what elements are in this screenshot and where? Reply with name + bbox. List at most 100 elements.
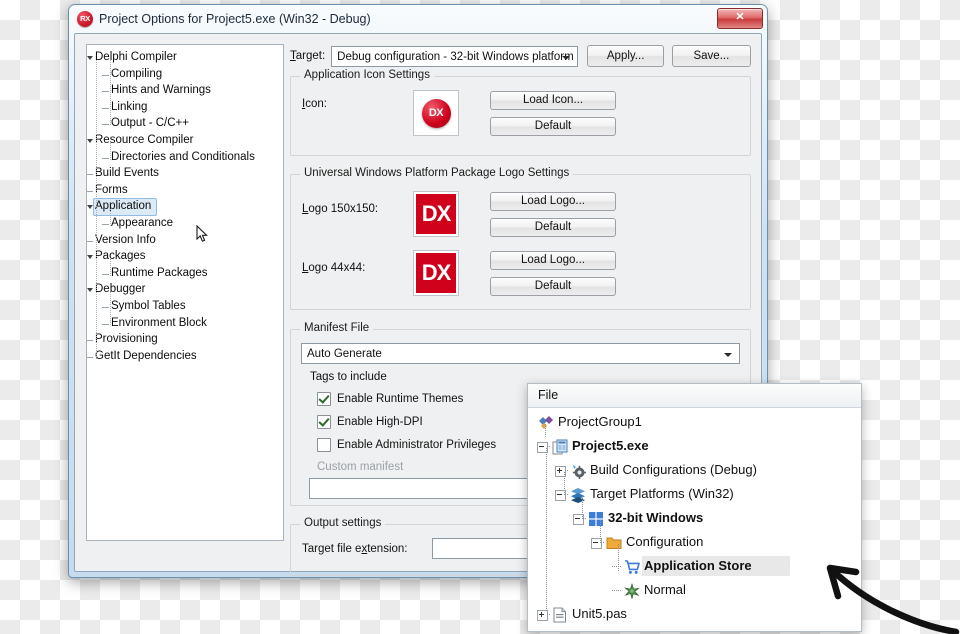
sidebar-item-label: Directories and Conditionals	[111, 150, 255, 163]
project-exe-icon	[552, 439, 568, 455]
project-tree-node-label: Build Configurations (Debug)	[590, 462, 757, 477]
project-tree-node[interactable]: ProjectGroup1	[528, 411, 861, 435]
sidebar-item-appearance[interactable]: Appearance	[87, 216, 283, 233]
sidebar-item-compiling[interactable]: Compiling	[87, 67, 283, 84]
sidebar-item-label: Symbol Tables	[111, 299, 186, 312]
checkbox-enable-administrator-privileges[interactable]: Enable Administrator Privileges	[317, 435, 496, 454]
project-tree-node[interactable]: Normal	[528, 579, 861, 603]
project-tree-node-label: Configuration	[626, 534, 704, 549]
sidebar-item-directories-and-conditionals[interactable]: Directories and Conditionals	[87, 150, 283, 167]
sidebar-item-delphi-compiler[interactable]: Delphi Compiler	[87, 50, 283, 67]
project-tree[interactable]: ProjectGroup1 Project5.exe Build Configura…	[528, 408, 861, 627]
tree-guide-line	[545, 424, 546, 438]
sidebar-item-resource-compiler[interactable]: Resource Compiler	[87, 133, 283, 150]
checkbox-icon[interactable]	[317, 414, 331, 429]
tree-connector	[612, 590, 621, 591]
tree-connector	[547, 446, 551, 447]
sidebar-item-build-events[interactable]: Build Events	[87, 166, 283, 183]
target-select[interactable]: Debug configuration - 32-bit Windows pla…	[331, 45, 579, 67]
application-icon-settings-group: Application Icon Settings Icon: DX Load …	[290, 69, 751, 156]
dialog-title: Project Options for Project5.exe (Win32 …	[99, 12, 371, 26]
manifest-mode-value: Auto Generate	[307, 348, 382, 360]
manifest-mode-select[interactable]: Auto Generate	[301, 343, 740, 364]
project-tree-node[interactable]: Build Configurations (Debug)	[528, 459, 861, 483]
options-tree[interactable]: Delphi Compiler Compiling Hints and Warnin…	[86, 44, 284, 541]
chevron-down-icon[interactable]	[87, 255, 93, 260]
project-tree-node-label: ProjectGroup1	[558, 414, 642, 429]
project-tree-node[interactable]: Target Platforms (Win32)	[528, 483, 861, 507]
sidebar-item-provisioning[interactable]: Provisioning	[87, 332, 283, 349]
tree-connector	[612, 566, 621, 567]
sidebar-item-label: Provisioning	[95, 333, 158, 346]
gear-icon	[572, 465, 586, 479]
sidebar-item-label: Debugger	[95, 283, 146, 296]
tree-branch-line	[102, 74, 109, 76]
close-icon[interactable]: ✕	[717, 8, 763, 29]
icon-default-button[interactable]: Default	[490, 117, 616, 136]
tree-connector	[565, 470, 569, 471]
application-icon-preview: DX	[413, 90, 459, 136]
sidebar-item-label: Application	[95, 200, 152, 213]
project-tree-node[interactable]: 32-bit Windows	[528, 507, 861, 531]
project-tree-node-label: Unit5.pas	[572, 606, 627, 621]
dialog-titlebar[interactable]: RX Project Options for Project5.exe (Win…	[69, 5, 767, 33]
sidebar-item-application[interactable]: Application	[87, 198, 283, 217]
project-tree-node-label: Normal	[644, 582, 686, 597]
checkbox-enable-high-dpi[interactable]: Enable High-DPI	[317, 412, 496, 431]
project-tree-node-label: Target Platforms (Win32)	[590, 486, 734, 501]
dx-circle-icon: DX	[421, 98, 451, 128]
layers-icon	[571, 488, 585, 503]
cart-icon	[625, 560, 640, 574]
sidebar-item-runtime-packages[interactable]: Runtime Packages	[87, 266, 283, 283]
apply-button[interactable]: Apply...	[587, 45, 664, 67]
target-label: Target:	[290, 50, 326, 62]
sidebar-item-version-info[interactable]: Version Info	[87, 233, 283, 250]
logo-44-default-button[interactable]: Default	[490, 277, 616, 296]
manifest-file-caption: Manifest File	[300, 322, 374, 334]
project-tree-node[interactable]: Configuration	[528, 531, 861, 555]
tree-branch-line	[87, 340, 93, 342]
mouse-cursor-icon	[196, 225, 208, 242]
chevron-down-icon[interactable]	[87, 56, 93, 60]
logo-150-default-button[interactable]: Default	[490, 218, 616, 237]
sidebar-item-label: Build Events	[95, 167, 159, 180]
tree-guide-line	[110, 292, 111, 326]
sidebar-item-label: Output - C/C++	[111, 117, 189, 130]
checkbox-enable-runtime-themes[interactable]: Enable Runtime Themes	[317, 389, 496, 408]
project-tree-node[interactable]: Unit5.pas	[528, 603, 861, 627]
application-icon-settings-caption: Application Icon Settings	[300, 69, 434, 81]
sidebar-item-debugger[interactable]: Debugger	[87, 282, 283, 299]
project-tree-node[interactable]: Project5.exe	[528, 435, 861, 459]
sidebar-item-linking[interactable]: Linking	[87, 100, 283, 117]
load-icon-button[interactable]: Load Icon...	[490, 91, 616, 110]
checkbox-icon[interactable]	[317, 391, 331, 406]
tree-branch-line	[102, 306, 109, 308]
checkbox-icon[interactable]	[317, 437, 331, 452]
project-tree-node[interactable]: Application Store	[528, 555, 861, 579]
uwp-logo-settings-group: Universal Windows Platform Package Logo …	[290, 167, 751, 310]
sidebar-item-packages[interactable]: Packages	[87, 249, 283, 266]
load-logo-150-button[interactable]: Load Logo...	[490, 192, 616, 211]
checkbox-label: Enable Administrator Privileges	[337, 438, 497, 451]
tree-guide-line	[110, 60, 111, 127]
tree-guide-line	[618, 544, 619, 572]
sidebar-item-output-c-c[interactable]: Output - C/C++	[87, 116, 283, 133]
project-manager-header[interactable]: File	[528, 384, 861, 408]
load-logo-44-button[interactable]: Load Logo...	[490, 251, 616, 270]
project-group-icon	[539, 416, 553, 429]
sidebar-item-getit-dependencies[interactable]: GetIt Dependencies	[87, 349, 283, 366]
chevron-down-icon[interactable]	[87, 138, 93, 143]
sidebar-item-hints-and-warnings[interactable]: Hints and Warnings	[87, 83, 283, 100]
save-button[interactable]: Save...	[671, 45, 751, 67]
chevron-down-icon[interactable]	[87, 288, 93, 293]
sidebar-item-label: Appearance	[111, 216, 174, 229]
tree-branch-line	[102, 107, 109, 109]
custom-manifest-label: Custom manifest	[317, 461, 404, 473]
sidebar-item-symbol-tables[interactable]: Symbol Tables	[87, 299, 283, 316]
project-manager-panel: File ProjectGroup1 Project5.exe Build Conf…	[527, 383, 862, 632]
sidebar-item-label: GetIt Dependencies	[95, 349, 197, 362]
sidebar-item-forms[interactable]: Forms	[87, 183, 283, 200]
tree-guide-line	[582, 496, 583, 520]
sidebar-item-environment-block[interactable]: Environment Block	[87, 316, 283, 333]
logo-44-preview: DX	[413, 250, 459, 296]
